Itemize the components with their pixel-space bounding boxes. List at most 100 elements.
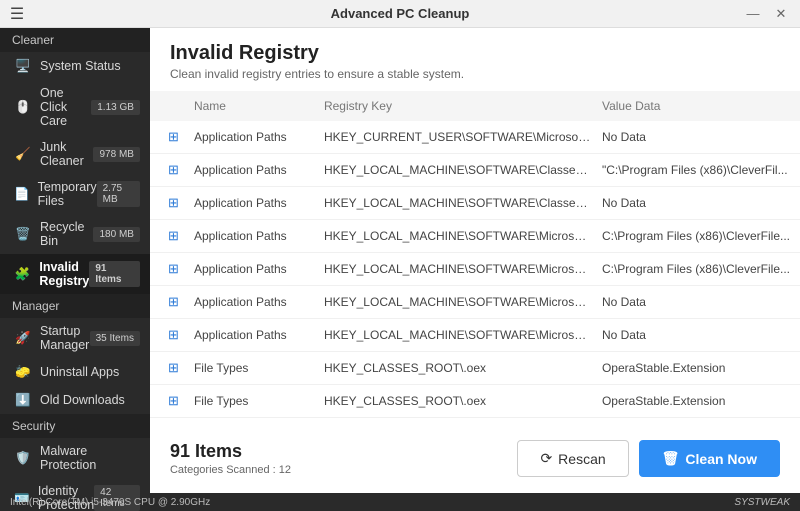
page-title: Invalid Registry [170, 42, 780, 65]
rocket-icon: 🚀 [14, 330, 32, 346]
sidebar-item-startup-manager[interactable]: 🚀 Startup Manager 35 Items [0, 318, 150, 358]
cpu-info: Intel(R) Core(TM) i5-3470S CPU @ 2.90GHz [10, 497, 210, 508]
sidebar-item-label: Junk Cleaner [40, 140, 93, 168]
cell-key: HKEY_LOCAL_MACHINE\SOFTWARE\Classes\Appl… [324, 163, 602, 177]
sidebar-item-temporary-files[interactable]: 📄 Temporary Files 2.75 MB [0, 174, 150, 214]
cell-value: OperaStable.Extension [602, 361, 800, 375]
trash-icon: 🗑 [662, 450, 680, 467]
cell-value: No Data [602, 328, 800, 342]
sidebar-item-junk-cleaner[interactable]: 🧹 Junk Cleaner 978 MB [0, 134, 150, 174]
uninstall-icon: 🧽 [14, 364, 32, 380]
sidebar-item-recycle-bin[interactable]: 🗑️ Recycle Bin 180 MB [0, 214, 150, 254]
minimize-button[interactable]: — [744, 6, 762, 21]
broom-icon: 🧹 [14, 146, 32, 162]
clean-now-button[interactable]: 🗑 Clean Now [639, 440, 780, 477]
download-icon: ⬇️ [14, 392, 32, 408]
col-name: Name [194, 99, 324, 113]
rescan-button[interactable]: ⟳ Rescan [517, 440, 628, 477]
refresh-icon: ⟳ [540, 450, 552, 467]
badge: 978 MB [93, 147, 139, 162]
section-security: Security [0, 414, 150, 438]
sidebar-item-one-click-care[interactable]: 🖱️ One Click Care 1.13 GB [0, 80, 150, 134]
click-icon: 🖱️ [14, 99, 32, 115]
sidebar-item-label: System Status [40, 59, 140, 73]
sidebar-item-label: Temporary Files [38, 180, 97, 208]
cell-name: Application Paths [194, 295, 324, 309]
cell-name: File Types [194, 361, 324, 375]
badge: 180 MB [93, 227, 139, 242]
cell-value: No Data [602, 196, 800, 210]
cell-name: Application Paths [194, 196, 324, 210]
sidebar-item-system-status[interactable]: 🖥️ System Status [0, 52, 150, 80]
cell-value: C:\Program Files (x86)\CleverFile... [602, 229, 800, 243]
cell-name: Application Paths [194, 163, 324, 177]
table-row[interactable]: ⊞ Application PathsHKEY_CURRENT_USER\SOFT… [150, 121, 800, 154]
section-manager: Manager [0, 294, 150, 318]
cell-key: HKEY_LOCAL_MACHINE\SOFTWARE\Microsoft\Wi… [324, 262, 602, 276]
table-row[interactable]: ⊞ File TypesHKEY_CLASSES_ROOT\.oexOperaSt… [150, 352, 800, 385]
main-header: Invalid Registry Clean invalid registry … [150, 28, 800, 91]
registry-icon: 🧩 [14, 266, 31, 282]
registry-entry-icon: ⊞ [168, 129, 179, 144]
col-key: Registry Key [324, 99, 602, 113]
sidebar: Cleaner 🖥️ System Status 🖱️ One Click Ca… [0, 28, 150, 493]
cell-key: HKEY_LOCAL_MACHINE\SOFTWARE\Microsoft\Wi… [324, 229, 602, 243]
rescan-label: Rescan [558, 451, 605, 467]
badge: 91 Items [89, 261, 140, 287]
table-row[interactable]: ⊞ Application PathsHKEY_LOCAL_MACHINE\SOF… [150, 286, 800, 319]
clean-label: Clean Now [685, 451, 757, 467]
registry-entry-icon: ⊞ [168, 261, 179, 276]
table-row[interactable]: ⊞File TypesHKEY_CLASSES_ROOT\.oexOperaSt… [150, 385, 800, 418]
registry-entry-icon: ⊞ [168, 162, 179, 177]
table-body[interactable]: ⊞Application PathsHKEY_CURRENT_USER\SOFT… [150, 121, 800, 428]
menu-icon[interactable]: ☰ [0, 4, 34, 24]
table-header: Name Registry Key Value Data [150, 91, 800, 121]
sidebar-item-label: Startup Manager [40, 324, 90, 352]
table-row[interactable]: ⊞ Application PathsHKEY_LOCAL_MACHINE\SOF… [150, 253, 800, 286]
table-row[interactable]: ⊞ Application PathsHKEY_LOCAL_MACHINE\SOF… [150, 220, 800, 253]
table-row[interactable]: ⊞File TypesHKEY_CLASSES_ROOT\.shtmlshtml… [150, 418, 800, 428]
main-footer: 91 Items Categories Scanned : 12 ⟳ Resca… [150, 428, 800, 493]
main-panel: Invalid Registry Clean invalid registry … [150, 28, 800, 493]
cell-key: HKEY_CURRENT_USER\SOFTWARE\Microsoft\Win… [324, 130, 602, 144]
registry-entry-icon: ⊞ [168, 228, 179, 243]
table-row[interactable]: ⊞ Application PathsHKEY_LOCAL_MACHINE\SOF… [150, 154, 800, 187]
registry-entry-icon: ⊞ [168, 360, 179, 375]
sidebar-item-label: Malware Protection [40, 444, 140, 472]
col-value: Value Data [602, 99, 800, 113]
cell-key: HKEY_LOCAL_MACHINE\SOFTWARE\Microsoft\Wi… [324, 295, 602, 309]
cell-key: HKEY_LOCAL_MACHINE\SOFTWARE\Microsoft\Wi… [324, 328, 602, 342]
items-count: 91 Items [170, 441, 291, 462]
registry-entry-icon: ⊞ [168, 327, 179, 342]
cell-name: File Types [194, 394, 324, 408]
badge: 35 Items [90, 331, 140, 346]
sidebar-item-uninstall-apps[interactable]: 🧽 Uninstall Apps [0, 358, 150, 386]
files-icon: 📄 [14, 186, 30, 202]
table-row[interactable]: ⊞Application PathsHKEY_LOCAL_MACHINE\SOF… [150, 187, 800, 220]
cell-value: OperaStable.Extension [602, 394, 800, 408]
cell-name: Application Paths [194, 262, 324, 276]
bin-icon: 🗑️ [14, 226, 32, 242]
page-subtitle: Clean invalid registry entries to ensure… [170, 67, 780, 81]
sidebar-item-label: Uninstall Apps [40, 365, 140, 379]
monitor-icon: 🖥️ [14, 58, 32, 74]
sidebar-item-label: Old Downloads [40, 393, 140, 407]
cell-name: Application Paths [194, 130, 324, 144]
cell-key: HKEY_CLASSES_ROOT\.oex [324, 361, 602, 375]
brand-watermark: SYSTWEAK [734, 497, 790, 508]
cell-value: No Data [602, 130, 800, 144]
cell-key: HKEY_CLASSES_ROOT\.oex [324, 394, 602, 408]
table-row[interactable]: ⊞ Application PathsHKEY_LOCAL_MACHINE\SOF… [150, 319, 800, 352]
cell-name: Application Paths [194, 328, 324, 342]
sidebar-item-malware-protection[interactable]: 🛡️ Malware Protection [0, 438, 150, 478]
sidebar-item-invalid-registry[interactable]: 🧩 Invalid Registry 91 Items [0, 254, 150, 294]
categories-scanned: Categories Scanned : 12 [170, 464, 291, 476]
registry-entry-icon: ⊞ [168, 294, 179, 309]
registry-entry-icon: ⊞ [168, 195, 179, 210]
sidebar-item-old-downloads[interactable]: ⬇️ Old Downloads [0, 386, 150, 414]
cell-name: Application Paths [194, 229, 324, 243]
close-button[interactable]: ✕ [772, 6, 790, 22]
cell-value: C:\Program Files (x86)\CleverFile... [602, 262, 800, 276]
sidebar-item-label: Recycle Bin [40, 220, 93, 248]
sidebar-item-label: One Click Care [40, 86, 91, 128]
